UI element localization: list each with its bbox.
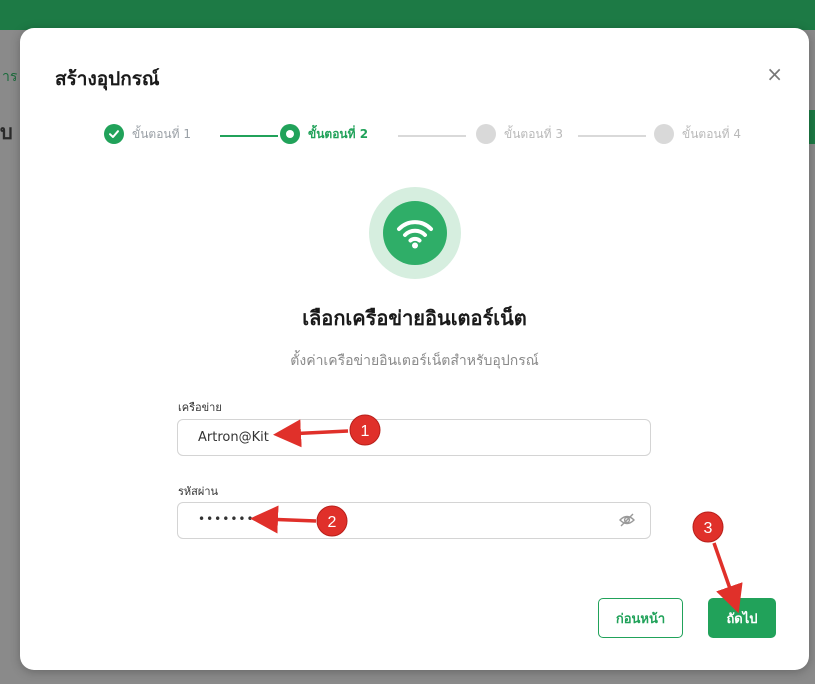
step-connector (578, 135, 646, 137)
password-field[interactable]: •••••••••• (177, 502, 651, 539)
check-circle-icon (104, 124, 124, 144)
app-top-bar (0, 0, 815, 30)
step-1: ขั้นตอนที่ 1 (104, 124, 191, 144)
step-label: ขั้นตอนที่ 4 (682, 126, 741, 141)
password-value: •••••••••• (198, 512, 279, 526)
create-device-modal: สร้างอุปกรณ์ × ขั้นตอนที่ 1 ขั้นตอนที่ 2… (20, 28, 809, 670)
background-text-fragment: าร (2, 69, 18, 85)
section-subtitle: ตั้งค่าเครือข่ายอินเตอร์เน็ตสำหรับอุปกรณ… (290, 353, 539, 369)
previous-button[interactable]: ก่อนหน้า (598, 598, 683, 638)
password-label: รหัสผ่าน (178, 485, 219, 498)
modal-title: สร้างอุปกรณ์ (55, 68, 160, 90)
next-button[interactable]: ถัดไป (708, 598, 776, 638)
background-heading-fragment: บ (0, 120, 13, 144)
step-connector (398, 135, 466, 137)
pending-step-dot-icon (476, 124, 496, 144)
network-field[interactable]: Artron@Kit (177, 419, 651, 456)
step-3: ขั้นตอนที่ 3 (476, 124, 563, 144)
wifi-icon (369, 187, 461, 279)
close-button[interactable]: × (766, 64, 783, 84)
step-4: ขั้นตอนที่ 4 (654, 124, 741, 144)
network-label: เครือข่าย (178, 401, 222, 414)
step-label: ขั้นตอนที่ 3 (504, 126, 563, 141)
step-connector (220, 135, 278, 137)
section-title: เลือกเครือข่ายอินเตอร์เน็ต (302, 306, 527, 330)
step-label: ขั้นตอนที่ 2 (308, 126, 369, 141)
step-label: ขั้นตอนที่ 1 (132, 126, 191, 141)
network-value: Artron@Kit (198, 430, 269, 445)
pending-step-dot-icon (654, 124, 674, 144)
eye-slash-icon[interactable] (618, 512, 636, 532)
active-step-dot-icon (280, 124, 300, 144)
step-2: ขั้นตอนที่ 2 (280, 124, 368, 144)
